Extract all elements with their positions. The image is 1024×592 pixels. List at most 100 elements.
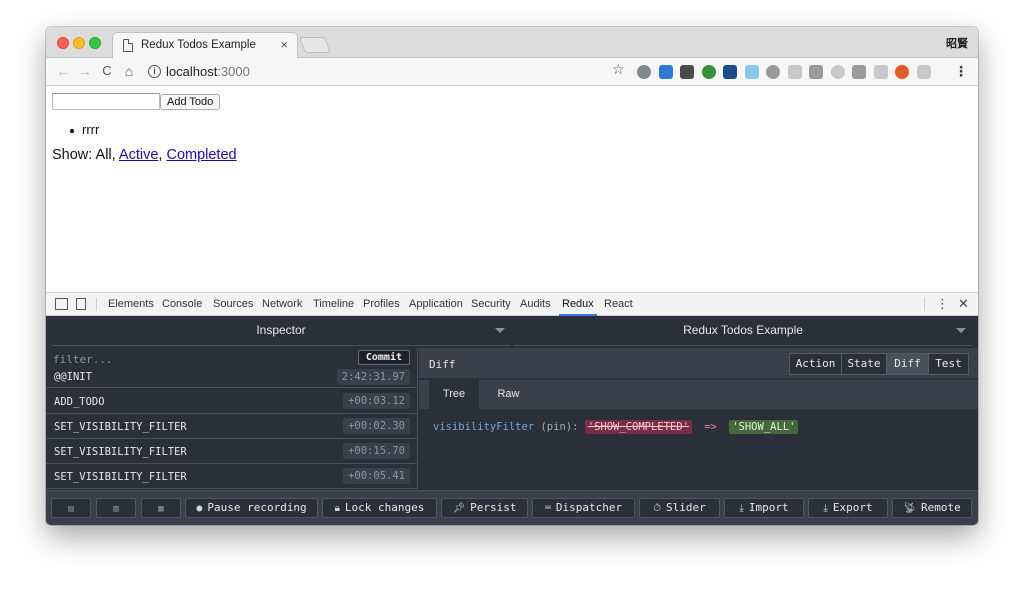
monitor-dropdown-icon[interactable] (495, 328, 505, 333)
action-row[interactable]: @@INIT 2:42:31.97 (46, 368, 418, 388)
diff-old-value: 'SHOW_COMPLETED' (584, 420, 692, 434)
button-label: Import (748, 501, 789, 514)
tab-security[interactable]: Security (471, 298, 511, 310)
tab-sources[interactable]: Sources (213, 298, 253, 310)
layout-button[interactable]: ▦ (141, 498, 181, 518)
bullet-icon (70, 128, 74, 133)
browser-tab[interactable]: Redux Todos Example × (112, 32, 298, 59)
button-label: Export (832, 501, 873, 514)
extension-icon[interactable] (916, 65, 931, 79)
extension-icon[interactable] (766, 65, 780, 79)
chrome-menu-icon[interactable]: ⋮ (954, 63, 968, 80)
tab-raw[interactable]: Raw (481, 380, 536, 409)
tab-console[interactable]: Console (162, 298, 202, 310)
todo-input[interactable] (52, 93, 160, 110)
action-row[interactable]: SET_VISIBILITY_FILTER +00:02.30 (46, 414, 418, 439)
todo-item[interactable]: rrrr (70, 122, 99, 137)
extension-icon[interactable] (852, 65, 866, 79)
filter-row: filter... Commit (46, 348, 418, 370)
lock-changes-button[interactable]: 🔒︎ Lock changes (322, 498, 437, 518)
action-filter-input[interactable]: filter... (53, 353, 113, 366)
action-time: +00:15.70 (343, 443, 410, 459)
device-toolbar-icon[interactable] (76, 298, 86, 310)
close-window-button[interactable] (57, 37, 69, 49)
filter-active-link[interactable]: Active (119, 147, 159, 163)
monitor-select[interactable]: Inspector (52, 316, 510, 346)
tab-close-icon[interactable]: × (280, 37, 288, 52)
browser-toolbar: ← → C ⌂ i localhost:3000 ☆ ⋮ (46, 58, 978, 86)
reload-icon[interactable]: C (98, 63, 116, 78)
persist-button[interactable]: 📌︎ Persist (441, 498, 528, 518)
tab-test[interactable]: Test (928, 353, 969, 375)
tab-react[interactable]: React (604, 298, 633, 310)
tab-network[interactable]: Network (262, 298, 302, 310)
extension-icon[interactable] (680, 65, 694, 79)
export-icon: ⤓ (823, 503, 828, 514)
extension-icon[interactable] (723, 65, 737, 79)
slider-button[interactable]: ⏱ Slider (639, 498, 720, 518)
action-row[interactable]: SET_VISIBILITY_FILTER +00:15.70 (46, 439, 418, 464)
action-row[interactable]: SET_VISIBILITY_FILTER +00:05.41 (46, 464, 418, 489)
url-text: localhost:3000 (166, 64, 250, 79)
action-name: @@INIT (54, 371, 92, 383)
button-label: Lock changes (344, 501, 425, 514)
button-label: Pause recording (207, 501, 307, 514)
extension-icon[interactable] (830, 65, 845, 79)
diff-new-value: 'SHOW_ALL' (729, 420, 799, 434)
commit-button[interactable]: Commit (357, 350, 410, 365)
remote-button[interactable]: 📡︎ Remote (892, 498, 972, 518)
tab-profiles[interactable]: Profiles (363, 298, 400, 310)
tab-audits[interactable]: Audits (520, 298, 551, 310)
forward-icon[interactable]: → (76, 63, 94, 79)
action-row[interactable]: ADD_TODO +00:03.12 (46, 389, 418, 414)
filter-prefix: Show: All, (52, 147, 119, 163)
tab-state[interactable]: State (841, 353, 887, 375)
zoom-window-button[interactable] (89, 37, 101, 49)
add-todo-button[interactable]: Add Todo (160, 94, 221, 110)
redux-devtools-panel: Inspector Redux Todos Example filter... … (46, 316, 978, 525)
instance-select[interactable]: Redux Todos Example (514, 316, 972, 346)
layout-button[interactable]: ▥ (96, 498, 136, 518)
address-bar[interactable]: i localhost:3000 (144, 61, 628, 83)
page-icon (123, 39, 133, 52)
todo-list: rrrr (70, 122, 99, 137)
diff-entry: visibilityFilter (pin): 'SHOW_COMPLETED'… (433, 420, 799, 434)
layout-button[interactable]: ▤ (51, 498, 91, 518)
extension-icon[interactable] (744, 65, 759, 79)
layout-icon: ▦ (158, 504, 164, 514)
extension-icon[interactable] (873, 65, 888, 79)
tab-application[interactable]: Application (409, 298, 463, 310)
inspect-element-icon[interactable] (55, 298, 68, 310)
devtools-close-icon[interactable]: ✕ (958, 296, 969, 312)
extension-icon[interactable] (809, 65, 823, 79)
tab-diff[interactable]: Diff (886, 353, 929, 375)
back-icon[interactable]: ← (54, 63, 72, 79)
tab-elements[interactable]: Elements (108, 298, 154, 310)
extension-icon[interactable] (701, 65, 716, 79)
tab-action[interactable]: Action (789, 353, 842, 375)
tab-timeline[interactable]: Timeline (313, 298, 354, 310)
export-button[interactable]: ⤓ Export (808, 498, 888, 518)
extension-icon[interactable] (787, 65, 802, 79)
devtools-menu-icon[interactable]: ⋮ (936, 296, 949, 312)
extension-icon[interactable] (658, 65, 673, 79)
tab-redux[interactable]: Redux (559, 298, 597, 316)
pause-recording-button[interactable]: ● Pause recording (185, 498, 318, 518)
dispatcher-button[interactable]: ⌨ Dispatcher (532, 498, 635, 518)
browser-window: Redux Todos Example × 昭賢 ← → C ⌂ i local… (46, 27, 978, 525)
profile-label[interactable]: 昭賢 (946, 35, 968, 51)
diff-pin[interactable]: (pin): (540, 421, 578, 433)
instance-dropdown-icon[interactable] (956, 328, 966, 333)
tab-tree[interactable]: Tree (429, 380, 479, 409)
new-tab-button[interactable] (299, 37, 331, 53)
info-icon[interactable]: i (148, 65, 161, 78)
diff-subtabs: Tree Raw (419, 380, 978, 409)
minimize-window-button[interactable] (73, 37, 85, 49)
extension-icon[interactable] (895, 65, 909, 79)
import-button[interactable]: ⤓ Import (724, 498, 804, 518)
filter-completed-link[interactable]: Completed (166, 147, 236, 163)
home-icon[interactable]: ⌂ (120, 63, 138, 79)
bookmark-star-icon[interactable]: ☆ (612, 61, 625, 78)
extension-icon[interactable] (637, 65, 651, 79)
diff-key[interactable]: visibilityFilter (433, 421, 534, 433)
